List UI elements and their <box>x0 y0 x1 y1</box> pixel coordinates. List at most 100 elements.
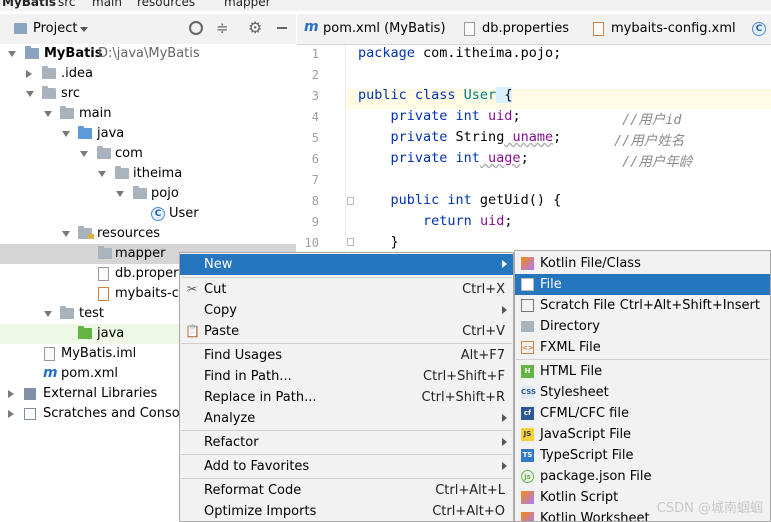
tab-user[interactable]: C <box>749 14 771 44</box>
tree-item-itheima[interactable]: itheima <box>0 164 296 184</box>
submenu-item-kotlin-file[interactable]: Kotlin File/Class <box>515 253 770 274</box>
tree-item-user[interactable]: C User <box>0 204 296 224</box>
tab-mybaits-config[interactable]: mybaits-config.xml <box>589 14 744 44</box>
submenu-item-html-file[interactable]: H HTML File <box>515 361 770 382</box>
menu-item-cut[interactable]: ✂ Cut Ctrl+X <box>180 279 513 300</box>
tree-item-idea[interactable]: .idea <box>0 64 296 84</box>
code-line[interactable]: public int getUid() { <box>358 192 562 208</box>
xml-icon <box>593 22 604 36</box>
code-line[interactable]: private int uage; <box>358 150 529 166</box>
code-line[interactable]: package com.itheima.pojo; <box>358 45 561 61</box>
editor-tabs: m pom.xml (MyBatis) db.properties mybait… <box>297 14 771 45</box>
tree-item-label: pojo <box>151 186 179 201</box>
menu-item-replace-in-path[interactable]: Replace in Path... Ctrl+Shift+R <box>180 387 513 408</box>
breadcrumb-item[interactable]: resources <box>137 0 195 9</box>
libraries-icon <box>24 388 36 400</box>
chevron-right-icon[interactable] <box>26 70 32 78</box>
submenu-item-directory[interactable]: Directory <box>515 316 770 337</box>
submenu-item-stylesheet[interactable]: CSS Stylesheet <box>515 382 770 403</box>
breadcrumb-item[interactable]: main <box>92 0 122 9</box>
chevron-right-icon[interactable] <box>8 410 14 418</box>
submenu-item-package-json[interactable]: js package.json File <box>515 466 770 487</box>
fold-icon[interactable] <box>347 197 354 205</box>
tree-item-java[interactable]: java <box>0 124 296 144</box>
line-number: 5 <box>311 131 319 145</box>
chevron-down-icon[interactable] <box>44 111 52 117</box>
tree-item-com[interactable]: com <box>0 144 296 164</box>
chevron-down-icon[interactable] <box>62 131 70 137</box>
tree-item-resources[interactable]: resources <box>0 224 296 244</box>
chevron-down-icon[interactable] <box>62 231 70 237</box>
tree-item-src[interactable]: src <box>0 84 296 104</box>
chevron-down-icon[interactable] <box>80 27 88 32</box>
submenu-arrow-icon <box>502 260 507 268</box>
project-view-label[interactable]: Project <box>33 21 77 36</box>
minimize-icon[interactable] <box>277 27 287 29</box>
menu-item-find-in-path[interactable]: Find in Path... Ctrl+Shift+F <box>180 366 513 387</box>
submenu-arrow-icon <box>502 462 507 470</box>
collapse-all-icon[interactable]: ≑ <box>216 19 229 37</box>
tree-item-label: External Libraries <box>43 386 158 401</box>
xml-file-icon <box>98 287 109 301</box>
breadcrumb-item[interactable]: src <box>58 0 76 9</box>
scissors-icon: ✂ <box>186 282 198 296</box>
chevron-down-icon[interactable] <box>116 191 124 197</box>
code-line[interactable]: public class User { <box>358 87 513 103</box>
scratches-icon <box>24 408 36 420</box>
css-icon: CSS <box>521 386 536 399</box>
tab-pom-xml[interactable]: m pom.xml (MyBatis) <box>297 14 455 44</box>
tree-item-pojo[interactable]: pojo <box>0 184 296 204</box>
tree-item-label: .idea <box>61 66 93 81</box>
tree-item-label: test <box>79 306 104 321</box>
kotlin-icon <box>521 257 534 270</box>
chevron-down-icon[interactable] <box>8 51 16 57</box>
new-submenu: Kotlin File/Class File Scratch File Ctrl+… <box>514 250 771 522</box>
breadcrumb-item[interactable]: MyBatis <box>2 0 56 9</box>
line-number: 2 <box>311 68 319 82</box>
chevron-down-icon[interactable] <box>44 311 52 317</box>
line-number: 9 <box>311 215 319 229</box>
folder-icon <box>42 66 56 79</box>
menu-item-new[interactable]: New <box>180 254 513 275</box>
chevron-down-icon[interactable] <box>98 171 106 177</box>
menu-item-optimize-imports[interactable]: Optimize Imports Ctrl+Alt+O <box>180 501 513 521</box>
tree-item-label: com <box>115 146 143 161</box>
submenu-item-cfml-file[interactable]: cf CFML/CFC file <box>515 403 770 424</box>
menu-item-refactor[interactable]: Refactor <box>180 432 513 453</box>
line-number: 10 <box>304 236 319 250</box>
tree-item-label: main <box>79 106 112 121</box>
code-line[interactable]: private String uname; <box>358 129 562 145</box>
menu-item-paste[interactable]: 📋 Paste Ctrl+V <box>180 321 513 342</box>
chevron-down-icon[interactable] <box>26 91 34 97</box>
tree-item-main[interactable]: main <box>0 104 296 124</box>
menu-item-copy[interactable]: Copy <box>180 300 513 321</box>
code-line[interactable]: } <box>358 234 399 250</box>
package-icon <box>115 166 129 179</box>
menu-separator <box>181 343 512 344</box>
code-line[interactable]: private int uid; <box>358 108 521 124</box>
tab-db-properties[interactable]: db.properties <box>460 14 584 44</box>
gear-icon[interactable]: ⚙ <box>248 18 262 37</box>
chevron-down-icon[interactable] <box>80 151 88 157</box>
menu-item-add-to-favorites[interactable]: Add to Favorites <box>180 456 513 477</box>
menu-item-find-usages[interactable]: Find Usages Alt+F7 <box>180 345 513 366</box>
iml-file-icon <box>44 347 55 361</box>
locate-icon[interactable] <box>189 21 203 35</box>
submenu-arrow-icon <box>502 414 507 422</box>
submenu-item-fxml-file[interactable]: <> FXML File <box>515 337 770 358</box>
submenu-item-javascript-file[interactable]: JS JavaScript File <box>515 424 770 445</box>
submenu-item-scratch-file[interactable]: Scratch File Ctrl+Alt+Shift+Insert <box>515 295 770 316</box>
tab-label: mybaits-config.xml <box>611 21 736 36</box>
code-comment: //用户年龄 <box>622 154 693 170</box>
tree-item-mybatis[interactable]: MyBatis D:\java\MyBatis <box>0 44 296 64</box>
tree-item-label: src <box>61 86 80 101</box>
code-line[interactable]: return uid; <box>358 213 512 229</box>
chevron-right-icon[interactable] <box>8 390 14 398</box>
fold-icon[interactable] <box>347 238 354 246</box>
breadcrumb-item[interactable]: mapper <box>224 0 271 9</box>
submenu-item-file[interactable]: File <box>515 274 770 295</box>
menu-item-reformat-code[interactable]: Reformat Code Ctrl+Alt+L <box>180 480 513 501</box>
submenu-item-typescript-file[interactable]: TS TypeScript File <box>515 445 770 466</box>
menu-item-analyze[interactable]: Analyze <box>180 408 513 429</box>
package-icon <box>97 146 111 159</box>
